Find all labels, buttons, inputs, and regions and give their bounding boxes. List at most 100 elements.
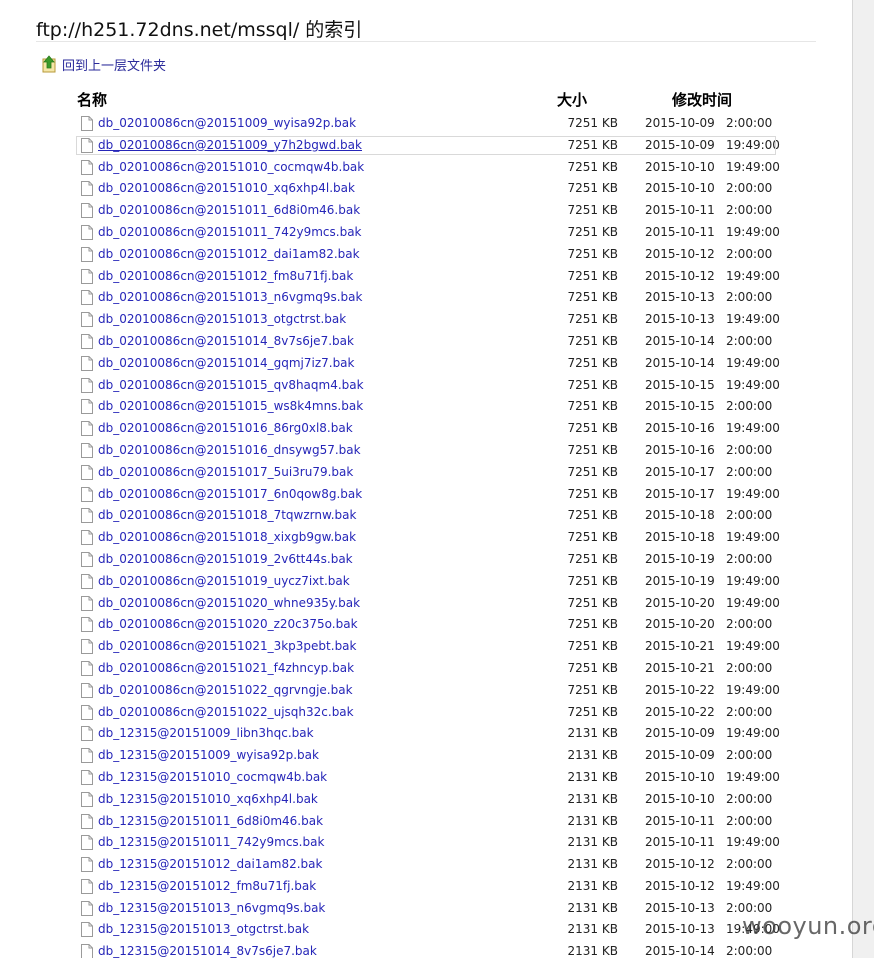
file-row[interactable]: db_02010086cn@20151010_cocmqw4b.bak 7251 … xyxy=(0,157,852,179)
file-row[interactable]: db_02010086cn@20151012_dai1am82.bak 7251 … xyxy=(0,244,852,266)
file-row[interactable]: db_02010086cn@20151016_dnsywg57.bak 7251 … xyxy=(0,440,852,462)
file-row[interactable]: db_02010086cn@20151020_whne935y.bak 7251 … xyxy=(0,593,852,615)
file-row[interactable]: db_02010086cn@20151014_8v7s6je7.bak 7251 … xyxy=(0,331,852,353)
file-link[interactable]: db_02010086cn@20151011_742y9mcs.bak xyxy=(98,222,362,244)
file-row[interactable]: db_12315@20151009_libn3hqc.bak 2131 KB 201… xyxy=(0,723,852,745)
file-row[interactable]: db_12315@20151012_dai1am82.bak 2131 KB 201… xyxy=(0,854,852,876)
file-icon xyxy=(81,268,93,284)
file-row[interactable]: db_12315@20151010_cocmqw4b.bak 2131 KB 201… xyxy=(0,767,852,789)
file-row[interactable]: db_02010086cn@20151014_gqmj7iz7.bak 7251 … xyxy=(0,353,852,375)
file-link[interactable]: db_12315@20151011_742y9mcs.bak xyxy=(98,832,324,854)
file-row[interactable]: db_12315@20151012_fm8u71fj.bak 2131 KB 201… xyxy=(0,876,852,898)
column-header-size[interactable]: 大小 xyxy=(557,89,587,111)
file-row[interactable]: db_02010086cn@20151021_3kp3pebt.bak 7251 … xyxy=(0,636,852,658)
file-row[interactable]: db_02010086cn@20151018_xixgb9gw.bak 7251 … xyxy=(0,527,852,549)
file-row[interactable]: db_02010086cn@20151010_xq6xhp4l.bak 7251 … xyxy=(0,178,852,200)
file-size: 7251 KB xyxy=(567,333,618,348)
file-size: 7251 KB xyxy=(567,551,618,566)
file-link[interactable]: db_02010086cn@20151022_ujsqh32c.bak xyxy=(98,702,354,724)
file-link[interactable]: db_02010086cn@20151014_8v7s6je7.bak xyxy=(98,331,354,353)
column-header-name[interactable]: 名称 xyxy=(77,89,107,111)
file-link[interactable]: db_12315@20151009_libn3hqc.bak xyxy=(98,723,314,745)
file-row[interactable]: db_02010086cn@20151021_f4zhncyp.bak 7251 … xyxy=(0,658,852,680)
page-title: ftp://h251.72dns.net/mssql/ 的索引 xyxy=(36,19,363,41)
file-icon xyxy=(81,312,93,328)
file-link[interactable]: db_12315@20151009_wyisa92p.bak xyxy=(98,745,319,767)
file-row[interactable]: db_02010086cn@20151022_ujsqh32c.bak 7251 … xyxy=(0,702,852,724)
file-link[interactable]: db_12315@20151010_cocmqw4b.bak xyxy=(98,767,327,789)
file-row[interactable]: db_02010086cn@20151013_otgctrst.bak 7251 … xyxy=(0,309,852,331)
file-link[interactable]: db_02010086cn@20151010_xq6xhp4l.bak xyxy=(98,178,355,200)
file-link[interactable]: db_02010086cn@20151018_xixgb9gw.bak xyxy=(98,527,356,549)
vertical-scrollbar[interactable] xyxy=(852,0,874,958)
file-link[interactable]: db_02010086cn@20151012_fm8u71fj.bak xyxy=(98,266,353,288)
file-link[interactable]: db_02010086cn@20151017_5ui3ru79.bak xyxy=(98,462,353,484)
file-time: 2:00:00 xyxy=(726,748,773,763)
file-row[interactable]: db_02010086cn@20151011_6d8i0m46.bak 7251 … xyxy=(0,200,852,222)
file-icon xyxy=(81,355,93,371)
file-link[interactable]: db_12315@20151012_dai1am82.bak xyxy=(98,854,322,876)
file-row[interactable]: db_02010086cn@20151015_qv8haqm4.bak 7251 … xyxy=(0,375,852,397)
parent-folder-link[interactable]: 回到上一层文件夹 xyxy=(42,54,166,74)
file-row[interactable]: db_02010086cn@20151018_7tqwzrnw.bak 7251 … xyxy=(0,505,852,527)
file-row[interactable]: db_12315@20151014_8v7s6je7.bak 2131 KB 201… xyxy=(0,941,852,958)
file-link[interactable]: db_02010086cn@20151013_otgctrst.bak xyxy=(98,309,346,331)
file-row[interactable]: db_02010086cn@20151020_z20c375o.bak 7251 … xyxy=(0,614,852,636)
file-link[interactable]: db_12315@20151011_6d8i0m46.bak xyxy=(98,811,323,833)
file-link[interactable]: db_12315@20151014_8v7s6je7.bak xyxy=(98,941,317,958)
file-link[interactable]: db_02010086cn@20151010_cocmqw4b.bak xyxy=(98,157,364,179)
file-link[interactable]: db_02010086cn@20151017_6n0qow8g.bak xyxy=(98,484,362,506)
file-link[interactable]: db_12315@20151012_fm8u71fj.bak xyxy=(98,876,316,898)
file-link[interactable]: db_12315@20151013_n6vgmq9s.bak xyxy=(98,898,325,920)
file-link[interactable]: db_02010086cn@20151009_wyisa92p.bak xyxy=(98,113,356,135)
file-row[interactable]: db_02010086cn@20151009_wyisa92p.bak 7251 … xyxy=(0,113,852,135)
file-icon xyxy=(81,682,93,698)
file-link[interactable]: db_02010086cn@20151020_whne935y.bak xyxy=(98,593,360,615)
file-size: 7251 KB xyxy=(567,617,618,632)
file-link[interactable]: db_02010086cn@20151016_86rg0xl8.bak xyxy=(98,418,353,440)
file-row[interactable]: db_02010086cn@20151019_uycz7ixt.bak 7251 … xyxy=(0,571,852,593)
file-row[interactable]: db_02010086cn@20151011_742y9mcs.bak 7251 … xyxy=(0,222,852,244)
file-link[interactable]: db_02010086cn@20151015_qv8haqm4.bak xyxy=(98,375,364,397)
file-row[interactable]: db_02010086cn@20151012_fm8u71fj.bak 7251 … xyxy=(0,266,852,288)
file-icon xyxy=(81,726,93,742)
file-link[interactable]: db_02010086cn@20151011_6d8i0m46.bak xyxy=(98,200,360,222)
file-row[interactable]: db_02010086cn@20151009_y7h2bgwd.bak 7251 … xyxy=(0,135,852,157)
file-row[interactable]: db_12315@20151009_wyisa92p.bak 2131 KB 201… xyxy=(0,745,852,767)
file-row[interactable]: db_02010086cn@20151019_2v6tt44s.bak 7251 … xyxy=(0,549,852,571)
file-time: 19:49:00 xyxy=(726,639,780,654)
file-row[interactable]: db_02010086cn@20151017_6n0qow8g.bak 7251 … xyxy=(0,484,852,506)
file-link[interactable]: db_02010086cn@20151015_ws8k4mns.bak xyxy=(98,396,363,418)
file-link[interactable]: db_12315@20151013_otgctrst.bak xyxy=(98,919,309,941)
file-row[interactable]: db_02010086cn@20151013_n6vgmq9s.bak 7251 … xyxy=(0,287,852,309)
file-row[interactable]: db_12315@20151010_xq6xhp4l.bak 2131 KB 201… xyxy=(0,789,852,811)
file-row[interactable]: db_12315@20151013_n6vgmq9s.bak 2131 KB 201… xyxy=(0,898,852,920)
column-header-modified[interactable]: 修改时间 xyxy=(672,89,732,111)
file-icon xyxy=(81,181,93,197)
file-link[interactable]: db_02010086cn@20151012_dai1am82.bak xyxy=(98,244,360,266)
file-row[interactable]: db_02010086cn@20151017_5ui3ru79.bak 7251 … xyxy=(0,462,852,484)
file-row[interactable]: db_12315@20151011_6d8i0m46.bak 2131 KB 201… xyxy=(0,811,852,833)
file-time: 19:49:00 xyxy=(726,355,780,370)
file-link[interactable]: db_02010086cn@20151021_3kp3pebt.bak xyxy=(98,636,357,658)
file-icon xyxy=(81,639,93,655)
file-row[interactable]: db_02010086cn@20151015_ws8k4mns.bak 7251 … xyxy=(0,396,852,418)
file-link[interactable]: db_12315@20151010_xq6xhp4l.bak xyxy=(98,789,318,811)
file-link[interactable]: db_02010086cn@20151013_n6vgmq9s.bak xyxy=(98,287,362,309)
file-link[interactable]: db_02010086cn@20151014_gqmj7iz7.bak xyxy=(98,353,355,375)
file-row[interactable]: db_12315@20151011_742y9mcs.bak 2131 KB 201… xyxy=(0,832,852,854)
file-row[interactable]: db_02010086cn@20151016_86rg0xl8.bak 7251 … xyxy=(0,418,852,440)
file-link[interactable]: db_02010086cn@20151021_f4zhncyp.bak xyxy=(98,658,354,680)
file-row[interactable]: db_02010086cn@20151022_qgrvngje.bak 7251 … xyxy=(0,680,852,702)
file-icon xyxy=(81,203,93,219)
file-link[interactable]: db_02010086cn@20151019_uycz7ixt.bak xyxy=(98,571,350,593)
file-link[interactable]: db_02010086cn@20151009_y7h2bgwd.bak xyxy=(98,135,362,157)
file-link[interactable]: db_02010086cn@20151020_z20c375o.bak xyxy=(98,614,358,636)
file-link[interactable]: db_02010086cn@20151019_2v6tt44s.bak xyxy=(98,549,353,571)
file-link[interactable]: db_02010086cn@20151022_qgrvngje.bak xyxy=(98,680,353,702)
file-row[interactable]: db_12315@20151013_otgctrst.bak 2131 KB 201… xyxy=(0,919,852,941)
file-date: 2015-10-18 xyxy=(645,530,715,545)
file-time: 19:49:00 xyxy=(726,159,780,174)
file-link[interactable]: db_02010086cn@20151018_7tqwzrnw.bak xyxy=(98,505,356,527)
file-link[interactable]: db_02010086cn@20151016_dnsywg57.bak xyxy=(98,440,361,462)
